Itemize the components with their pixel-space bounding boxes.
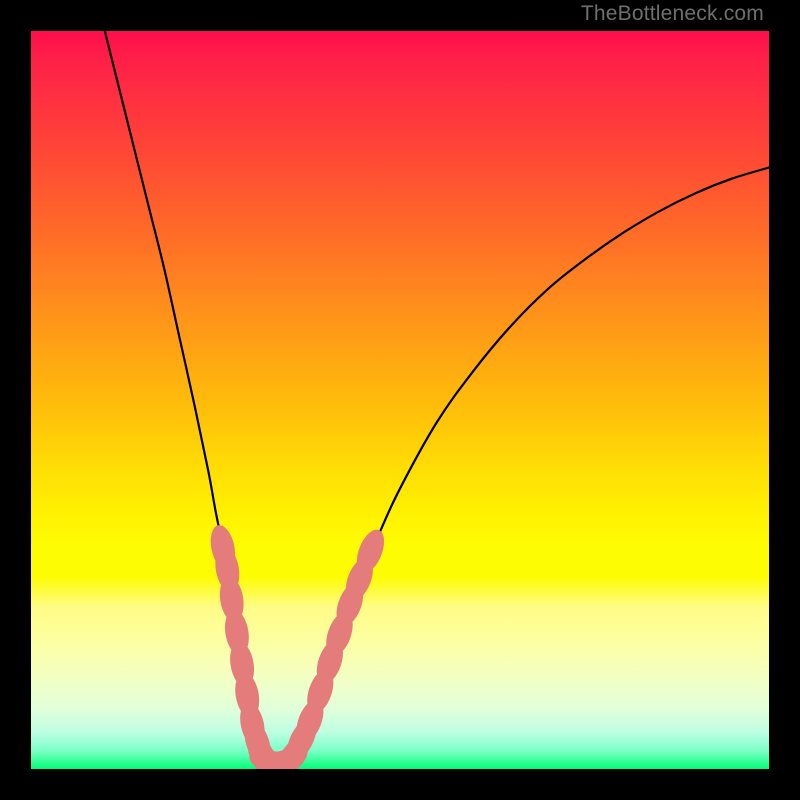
watermark: TheBottleneck.com [581, 2, 764, 26]
main-curve-path [105, 31, 769, 764]
chart-svg [31, 31, 769, 769]
chart-frame: TheBottleneck.com [0, 0, 800, 800]
data-markers [207, 523, 390, 769]
plot-area [31, 31, 769, 769]
main-curve [105, 31, 769, 764]
